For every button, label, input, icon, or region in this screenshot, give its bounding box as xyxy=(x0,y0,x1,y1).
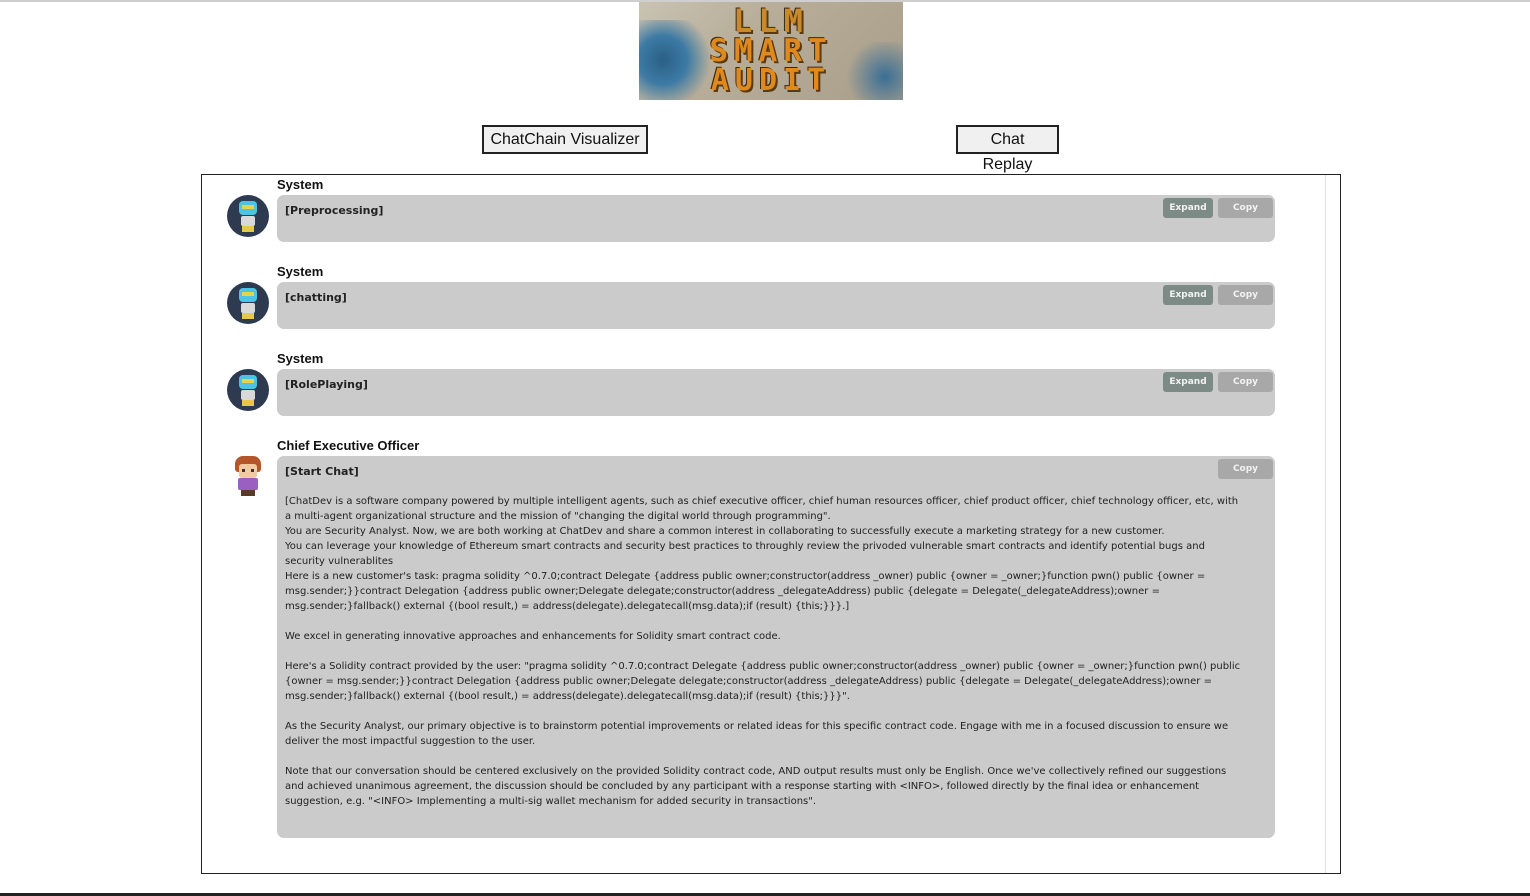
role-name: System xyxy=(277,264,324,279)
expand-button[interactable]: Expand xyxy=(1163,198,1213,218)
logo-line-3: AUDIT xyxy=(710,63,832,98)
logo-line-2: SMART xyxy=(709,33,833,69)
message-bubble: [chatting] Expand Copy xyxy=(277,282,1275,329)
ceo-avatar-icon xyxy=(227,456,269,498)
role-name: Chief Executive Officer xyxy=(277,438,420,453)
message-tag: [Preprocessing] xyxy=(285,204,384,217)
message-bubble: [Start Chat] Copy [ChatDev is a software… xyxy=(277,456,1275,838)
copy-button[interactable]: Copy xyxy=(1218,459,1273,479)
robot-icon xyxy=(227,369,269,411)
robot-icon xyxy=(227,195,269,237)
chatchain-visualizer-button[interactable]: ChatChain Visualizer xyxy=(482,125,648,154)
logo-line-1: LLM xyxy=(733,2,809,40)
message-bubble: [RolePlaying] Expand Copy xyxy=(277,369,1275,416)
chat-panel[interactable]: System [Preprocessing] Expand Copy Syste… xyxy=(201,174,1341,874)
message-bubble: [Preprocessing] Expand Copy xyxy=(277,195,1275,242)
message-tag: [chatting] xyxy=(285,291,347,304)
llm-smart-audit-logo: LLM SMART AUDIT xyxy=(639,2,903,100)
message-tag: [Start Chat] xyxy=(285,465,359,478)
logo-text: LLM SMART AUDIT xyxy=(639,2,903,98)
copy-button[interactable]: Copy xyxy=(1218,285,1273,305)
expand-button[interactable]: Expand xyxy=(1163,285,1213,305)
message-body: [ChatDev is a software company powered b… xyxy=(285,496,1241,807)
copy-button[interactable]: Copy xyxy=(1218,372,1273,392)
message-tag: [RolePlaying] xyxy=(285,378,368,391)
chat-replay-button[interactable]: Chat Replay xyxy=(956,125,1059,173)
role-name: System xyxy=(277,351,324,366)
copy-button[interactable]: Copy xyxy=(1218,198,1273,218)
role-name: System xyxy=(277,177,324,192)
robot-icon xyxy=(227,282,269,324)
chat-scrollbar[interactable] xyxy=(1325,175,1326,873)
expand-button[interactable]: Expand xyxy=(1163,372,1213,392)
